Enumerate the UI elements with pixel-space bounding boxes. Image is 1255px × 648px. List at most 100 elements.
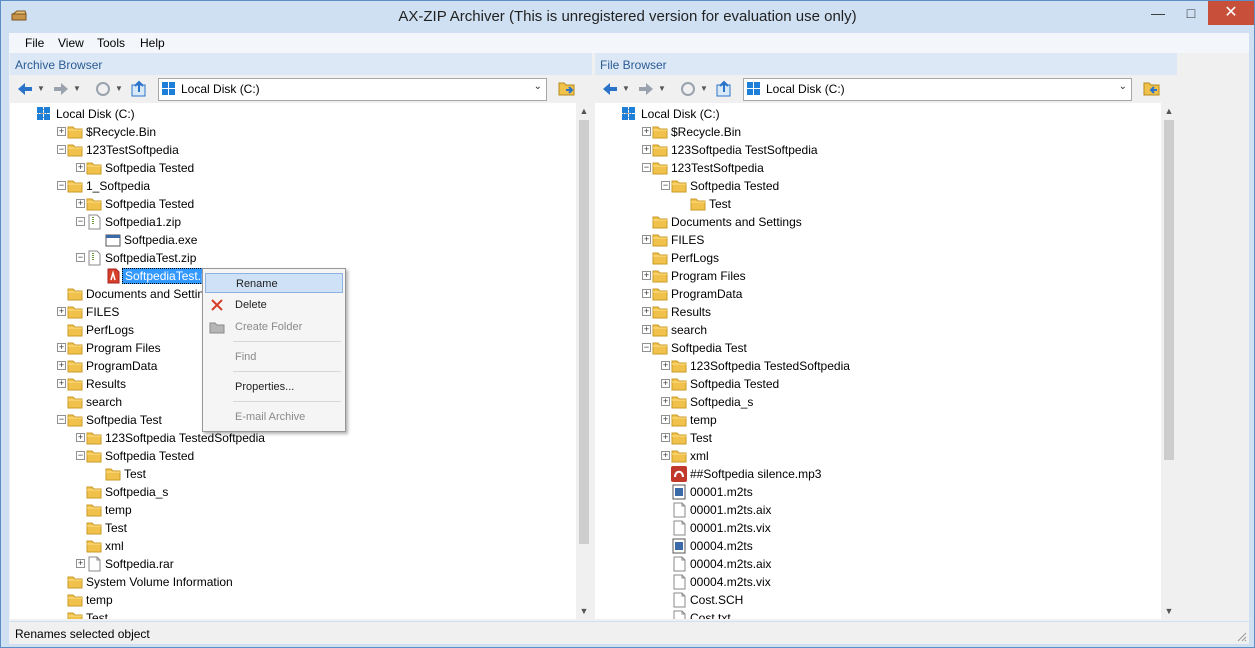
tree-node[interactable]: temp [10, 591, 576, 609]
history-dropdown-icon[interactable]: ▼ [115, 84, 123, 93]
tree-node[interactable]: 00001.m2ts [595, 483, 1161, 501]
tree-node[interactable]: 00004.m2ts [595, 537, 1161, 555]
expand-plus-icon[interactable]: + [642, 325, 651, 334]
archive-vertical-scrollbar[interactable]: ▲ ▼ [576, 103, 592, 619]
expand-plus-icon[interactable]: + [57, 361, 66, 370]
scroll-up-arrow-icon[interactable]: ▲ [1161, 103, 1177, 119]
forward-arrow-icon[interactable] [52, 80, 70, 98]
menu-file[interactable]: File [25, 36, 44, 50]
tree-node[interactable]: Softpedia_s [10, 483, 576, 501]
back-arrow-icon[interactable] [16, 80, 34, 98]
history-icon[interactable] [679, 80, 697, 98]
minimize-button[interactable]: — [1143, 1, 1173, 25]
expand-plus-icon[interactable]: + [642, 307, 651, 316]
file-vertical-scrollbar[interactable]: ▲ ▼ [1161, 103, 1177, 619]
forward-dropdown-icon[interactable]: ▼ [658, 84, 666, 93]
expand-plus-icon[interactable]: + [76, 433, 85, 442]
tree-node[interactable]: Documents and Settings [595, 213, 1161, 231]
ctx-create-folder[interactable]: Create Folder [205, 317, 343, 337]
tree-node[interactable]: + FILES [595, 231, 1161, 249]
chevron-down-icon[interactable]: ⌄ [534, 81, 542, 92]
tree-node[interactable]: temp [10, 501, 576, 519]
tree-node[interactable]: Test [10, 519, 576, 537]
tree-node[interactable]: PerfLogs [595, 249, 1161, 267]
scroll-down-arrow-icon[interactable]: ▼ [576, 603, 592, 619]
file-location-combo[interactable]: Local Disk (C:) ⌄ [743, 78, 1132, 101]
tree-node[interactable]: + xml [595, 447, 1161, 465]
tree-node[interactable]: + Softpedia.rar [10, 555, 576, 573]
menu-tools[interactable]: Tools [97, 36, 125, 50]
collapse-minus-icon[interactable]: − [76, 451, 85, 460]
tree-node[interactable]: Cost.txt [595, 609, 1161, 619]
collapse-minus-icon[interactable]: − [661, 181, 670, 190]
ctx-find[interactable]: Find [205, 347, 343, 367]
scroll-up-arrow-icon[interactable]: ▲ [576, 103, 592, 119]
back-arrow-icon[interactable] [601, 80, 619, 98]
tree-node[interactable]: ##Softpedia silence.mp3 [595, 465, 1161, 483]
tree-node[interactable]: xml [10, 537, 576, 555]
ctx-rename[interactable]: Rename [205, 273, 343, 293]
collapse-minus-icon[interactable]: − [642, 343, 651, 352]
tree-node[interactable]: Cost.SCH [595, 591, 1161, 609]
expand-plus-icon[interactable]: + [57, 343, 66, 352]
resize-grip-icon[interactable] [1237, 632, 1247, 642]
archive-location-combo[interactable]: Local Disk (C:) ⌄ [158, 78, 547, 101]
expand-plus-icon[interactable]: + [57, 307, 66, 316]
history-dropdown-icon[interactable]: ▼ [700, 84, 708, 93]
tree-node[interactable]: + Results [595, 303, 1161, 321]
scroll-thumb[interactable] [579, 120, 589, 544]
back-dropdown-icon[interactable]: ▼ [622, 84, 630, 93]
tree-node[interactable]: + ProgramData [595, 285, 1161, 303]
maximize-button[interactable]: □ [1176, 1, 1206, 25]
tree-node[interactable]: Test [10, 609, 576, 619]
expand-plus-icon[interactable]: + [661, 433, 670, 442]
tree-node[interactable]: System Volume Information [10, 573, 576, 591]
expand-plus-icon[interactable]: + [661, 361, 670, 370]
expand-plus-icon[interactable]: + [76, 199, 85, 208]
tree-node[interactable]: + Test [595, 429, 1161, 447]
collapse-minus-icon[interactable]: − [57, 145, 66, 154]
scroll-thumb[interactable] [1164, 120, 1174, 460]
tree-node[interactable]: − 123TestSoftpedia [10, 141, 576, 159]
tree-node[interactable]: +123Softpedia TestedSoftpedia [595, 357, 1161, 375]
expand-plus-icon[interactable]: + [76, 163, 85, 172]
forward-arrow-icon[interactable] [637, 80, 655, 98]
tree-node[interactable]: Test [595, 195, 1161, 213]
tree-node[interactable]: − SoftpediaTest.zip [10, 249, 576, 267]
tree-node[interactable]: Softpedia.exe [10, 231, 576, 249]
expand-plus-icon[interactable]: + [642, 289, 651, 298]
expand-plus-icon[interactable]: + [76, 559, 85, 568]
collapse-minus-icon[interactable]: − [76, 217, 85, 226]
tree-node[interactable]: 00004.m2ts.aix [595, 555, 1161, 573]
expand-plus-icon[interactable]: + [642, 235, 651, 244]
chevron-down-icon[interactable]: ⌄ [1119, 81, 1127, 92]
expand-plus-icon[interactable]: + [661, 415, 670, 424]
tree-node[interactable]: + Softpedia_s [595, 393, 1161, 411]
collapse-minus-icon[interactable]: − [642, 163, 651, 172]
tree-node[interactable]: − 1_Softpedia [10, 177, 576, 195]
collapse-minus-icon[interactable]: − [57, 181, 66, 190]
tree-node[interactable]: + Softpedia Tested [10, 159, 576, 177]
collapse-minus-icon[interactable]: − [57, 415, 66, 424]
file-tree-view[interactable]: −Local Disk (C:)+$Recycle.Bin+123Softped… [595, 103, 1161, 619]
up-folder-icon[interactable] [715, 80, 733, 98]
tree-node[interactable]: 00001.m2ts.vix [595, 519, 1161, 537]
tree-node[interactable]: − Softpedia Tested [595, 177, 1161, 195]
title-bar[interactable]: AX-ZIP Archiver (This is unregistered ve… [1, 1, 1254, 32]
expand-plus-icon[interactable]: + [642, 127, 651, 136]
up-folder-icon[interactable] [130, 80, 148, 98]
collapse-minus-icon[interactable]: − [76, 253, 85, 262]
tree-node[interactable]: +123Softpedia TestSoftpedia [595, 141, 1161, 159]
menu-view[interactable]: View [58, 36, 84, 50]
tree-node[interactable]: + $Recycle.Bin [10, 123, 576, 141]
expand-plus-icon[interactable]: + [661, 397, 670, 406]
tree-node[interactable]: − Softpedia Test [595, 339, 1161, 357]
tree-node[interactable]: + Softpedia Tested [10, 195, 576, 213]
tree-node[interactable]: − Softpedia Tested [10, 447, 576, 465]
expand-plus-icon[interactable]: + [661, 451, 670, 460]
tree-node[interactable]: + temp [595, 411, 1161, 429]
tree-node[interactable]: + $Recycle.Bin [595, 123, 1161, 141]
tree-node[interactable]: + Softpedia Tested [595, 375, 1161, 393]
tree-node[interactable]: Test [10, 465, 576, 483]
tree-node[interactable]: − Softpedia1.zip [10, 213, 576, 231]
